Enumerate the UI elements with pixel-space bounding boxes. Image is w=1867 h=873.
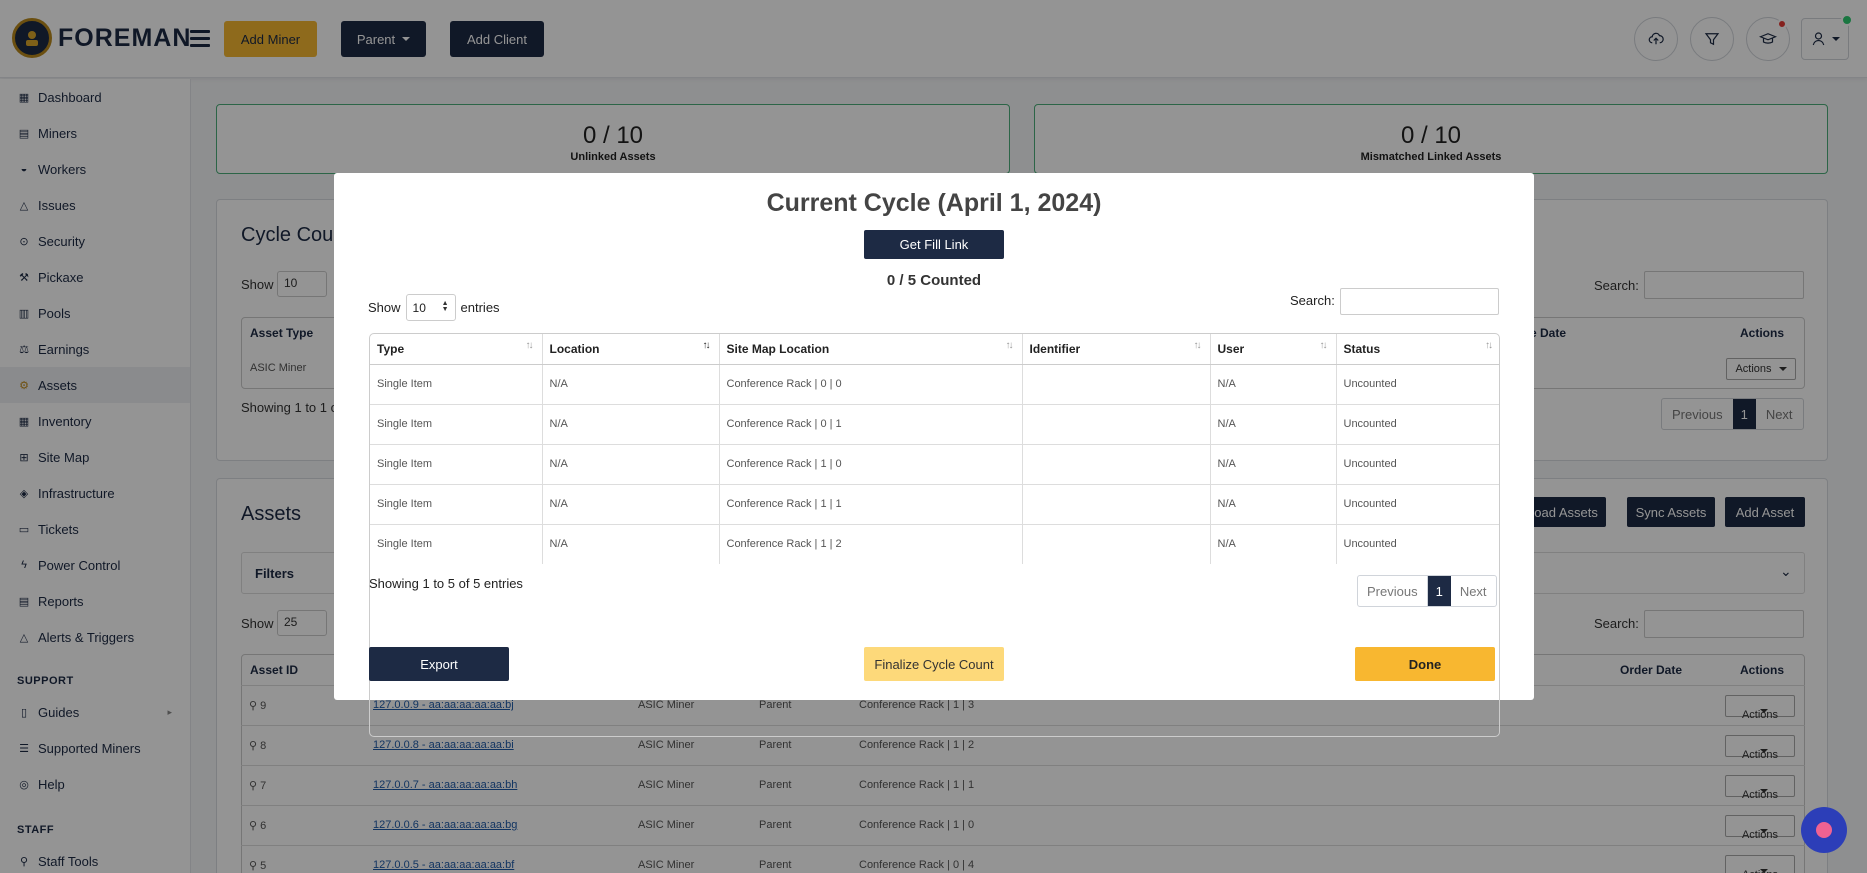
cell-site-map-location: Conference Rack | 1 | 0 — [719, 444, 1023, 485]
search-label: Search: — [1290, 293, 1335, 308]
cell-identifier — [1022, 524, 1211, 564]
cell-status: Uncounted — [1336, 444, 1499, 485]
entries-label: entries — [460, 300, 500, 315]
cell-identifier — [1022, 404, 1211, 445]
column-header-user[interactable]: User ↑↓ — [1210, 334, 1337, 365]
chat-widget-button[interactable] — [1801, 807, 1847, 853]
cell-location: N/A — [542, 444, 720, 485]
table-row: Single Item N/A Conference Rack | 1 | 1 … — [370, 484, 1499, 525]
cell-location: N/A — [542, 404, 720, 445]
entries-select-value: 10 — [412, 300, 426, 315]
export-button[interactable]: Export — [369, 647, 509, 681]
page-1-button[interactable]: 1 — [1427, 576, 1451, 606]
cell-identifier — [1022, 364, 1211, 405]
cell-status: Uncounted — [1336, 484, 1499, 525]
cell-site-map-location: Conference Rack | 1 | 2 — [719, 524, 1023, 564]
table-info: Showing 1 to 5 of 5 entries — [369, 576, 523, 591]
column-header-site-map-location[interactable]: Site Map Location ↑↓ — [719, 334, 1023, 365]
modal-search-input[interactable] — [1340, 288, 1499, 315]
cell-site-map-location: Conference Rack | 1 | 1 — [719, 484, 1023, 525]
chat-icon — [1816, 822, 1832, 838]
cell-status: Uncounted — [1343, 538, 1397, 551]
column-header-status[interactable]: Status ↑↓ — [1336, 334, 1499, 365]
sort-icon: ↑↓ — [525, 340, 534, 351]
cell-location: N/A — [542, 524, 720, 564]
cell-user: N/A — [1210, 524, 1337, 564]
select-arrows-icon: ▲ ▼ — [441, 300, 449, 313]
table-row: Single Item N/A Conference Rack | 1 | 0 … — [370, 444, 1499, 485]
entries-length-control: Show 10 ▲ ▼ entries — [368, 294, 500, 321]
counted-status: 0 / 5 Counted — [886, 272, 982, 289]
sort-icon: ↑↓ — [1485, 340, 1493, 351]
sort-icon: ↑↓ — [1319, 340, 1328, 351]
modal-title: Current Cycle (April 1, 2024) — [766, 189, 1102, 217]
cell-type: Single Item — [370, 524, 543, 564]
entries-select[interactable]: 10 ▲ ▼ — [405, 294, 456, 321]
column-header-type[interactable]: Type ↑↓ — [370, 334, 543, 365]
modal-pagination: Previous 1 Next — [1357, 575, 1497, 607]
sort-icon: ↑↓ — [702, 340, 711, 351]
cell-location: N/A — [542, 484, 720, 525]
show-label: Show — [368, 300, 401, 315]
table-row: Single Item N/A Conference Rack | 1 | 2 … — [370, 524, 1499, 564]
cell-status: Uncounted — [1336, 404, 1499, 445]
column-header-identifier[interactable]: Identifier ↑↓ — [1022, 334, 1211, 365]
cell-user: N/A — [1210, 364, 1337, 405]
cell-status: Uncounted — [1336, 364, 1499, 405]
column-header-location[interactable]: Location ↑↓ — [542, 334, 720, 365]
finalize-cycle-count-button[interactable]: Finalize Cycle Count — [864, 647, 1004, 681]
cell-user: N/A — [1210, 404, 1337, 445]
cell-location: N/A — [542, 364, 720, 405]
cell-type: Single Item — [370, 484, 543, 525]
cell-user: N/A — [1210, 484, 1337, 525]
done-button[interactable]: Done — [1355, 647, 1495, 681]
cell-site-map-location: Conference Rack | 0 | 1 — [719, 404, 1023, 445]
table-row: Single Item N/A Conference Rack | 0 | 1 … — [370, 404, 1499, 445]
table-row: Single Item N/A Conference Rack | 0 | 0 … — [370, 364, 1499, 405]
sort-icon: ↑↓ — [1005, 340, 1014, 351]
cycle-count-modal: Current Cycle (April 1, 2024) Get Fill L… — [334, 173, 1534, 737]
cell-type: Single Item — [370, 364, 543, 405]
cell-type: Single Item — [370, 404, 543, 445]
previous-page-button[interactable]: Previous — [1358, 576, 1428, 606]
cell-identifier — [1022, 444, 1211, 485]
next-page-button[interactable]: Next — [1451, 576, 1496, 606]
cell-type: Single Item — [370, 444, 543, 485]
cell-identifier — [1022, 484, 1211, 525]
cell-user: N/A — [1210, 444, 1337, 485]
sort-icon: ↑↓ — [1193, 340, 1202, 351]
cell-site-map-location: Conference Rack | 0 | 0 — [719, 364, 1023, 405]
table-header-row: Type ↑↓ Location ↑↓ Site Map Location ↑↓ Id… — [370, 334, 1499, 365]
get-fill-link-button[interactable]: Get Fill Link — [864, 230, 1004, 259]
